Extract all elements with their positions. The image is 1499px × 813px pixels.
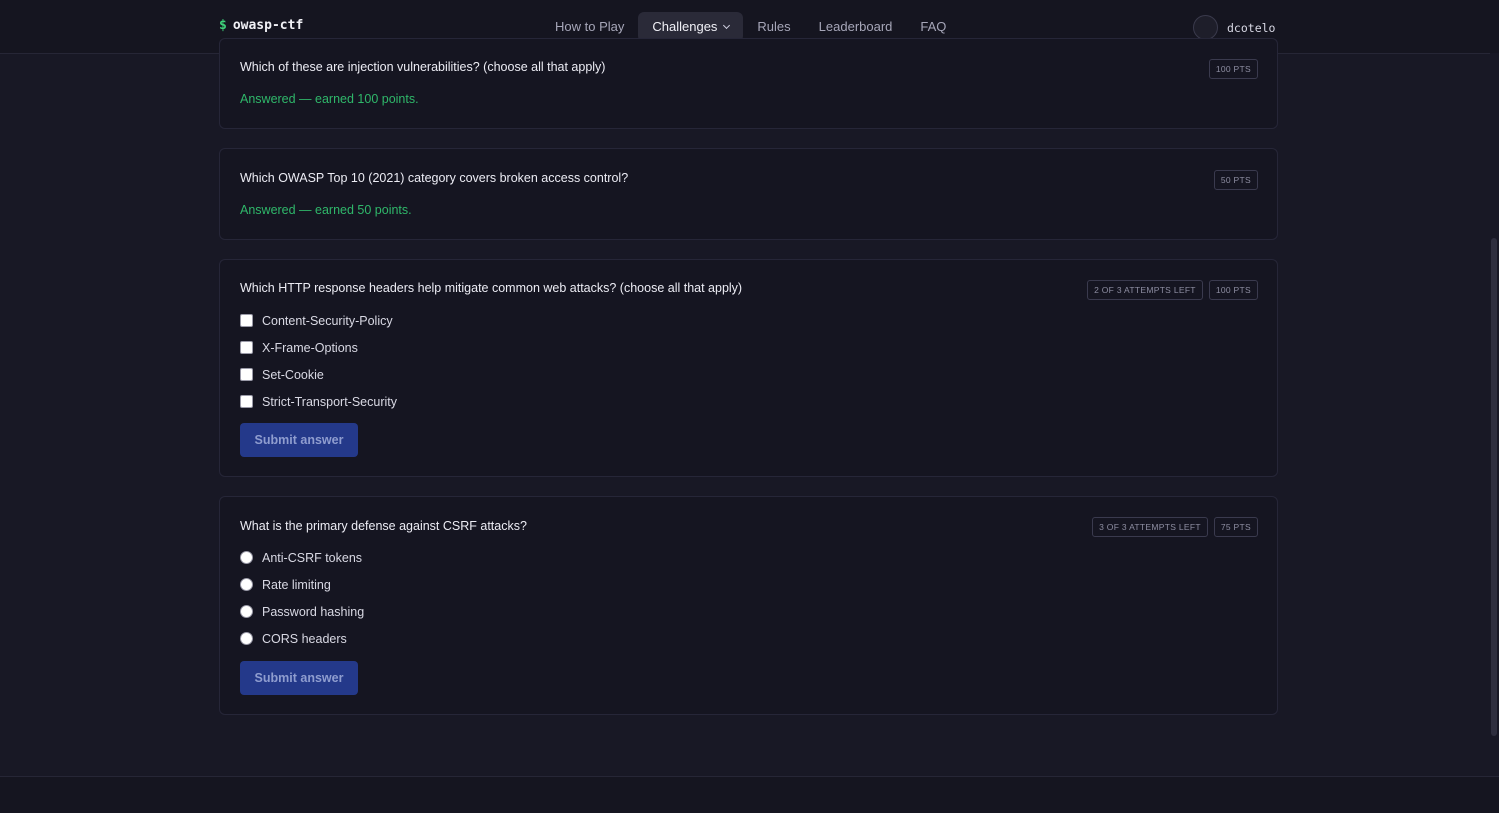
radio-button[interactable] <box>240 632 253 645</box>
question-text: Which OWASP Top 10 (2021) category cover… <box>240 171 629 185</box>
question-text: Which of these are injection vulnerabili… <box>240 60 606 74</box>
avatar[interactable] <box>1193 15 1218 40</box>
option-label: Set-Cookie <box>262 367 324 382</box>
user-menu[interactable]: dcotelo <box>1193 15 1275 40</box>
option-label: Anti-CSRF tokens <box>262 550 363 565</box>
checkbox[interactable] <box>240 341 253 354</box>
option-label: CORS headers <box>262 631 347 646</box>
option-label: X-Frame-Options <box>262 340 358 355</box>
checkbox-group: Content-Security-Policy X-Frame-Options … <box>240 307 397 415</box>
option-label: Strict-Transport-Security <box>262 394 397 409</box>
chevron-down-icon <box>723 21 731 30</box>
page-footer <box>0 776 1499 813</box>
radio-button[interactable] <box>240 605 253 618</box>
question-card-1: Which of these are injection vulnerabili… <box>219 38 1278 129</box>
option-label: Content-Security-Policy <box>262 313 393 328</box>
points-badge: 100 PTS <box>1208 59 1258 79</box>
question-card-2: Which OWASP Top 10 (2021) category cover… <box>219 148 1278 240</box>
option-content-security-policy[interactable]: Content-Security-Policy <box>240 307 397 334</box>
attempts-badge: 2 OF 3 ATTEMPTS LEFT <box>1087 280 1203 300</box>
radio-group: Anti-CSRF tokens Rate limiting Password … <box>240 544 364 652</box>
attempts-badge: 3 OF 3 ATTEMPTS LEFT <box>1092 517 1208 537</box>
answered-status: Answered — earned 100 points. <box>240 92 419 106</box>
checkbox[interactable] <box>240 395 253 408</box>
option-rate-limiting[interactable]: Rate limiting <box>240 571 364 598</box>
option-strict-transport-security[interactable]: Strict-Transport-Security <box>240 388 397 415</box>
points-badge: 50 PTS <box>1213 170 1258 190</box>
radio-button[interactable] <box>240 551 253 564</box>
question-card-4: What is the primary defense against CSRF… <box>219 496 1278 715</box>
submit-answer-button[interactable]: Submit answer <box>240 423 358 457</box>
answered-status: Answered — earned 50 points. <box>240 203 412 217</box>
dollar-icon: $ <box>219 18 227 33</box>
brand-logo[interactable]: $ owasp-ctf <box>219 18 303 33</box>
checkbox[interactable] <box>240 368 253 381</box>
option-password-hashing[interactable]: Password hashing <box>240 598 364 625</box>
scrollbar-thumb[interactable] <box>1491 238 1497 736</box>
question-text: Which HTTP response headers help mitigat… <box>240 281 743 295</box>
badge-group: 50 PTS <box>1213 170 1258 190</box>
points-badge: 75 PTS <box>1213 517 1258 537</box>
nav-challenges-label: Challenges <box>652 19 718 34</box>
points-badge: 100 PTS <box>1208 280 1258 300</box>
option-anti-csrf-tokens[interactable]: Anti-CSRF tokens <box>240 544 364 571</box>
brand-name: owasp-ctf <box>232 18 304 33</box>
radio-button[interactable] <box>240 578 253 591</box>
submit-answer-button[interactable]: Submit answer <box>240 661 358 695</box>
option-cors-headers[interactable]: CORS headers <box>240 625 364 652</box>
option-label: Rate limiting <box>262 577 331 592</box>
badge-group: 100 PTS <box>1208 59 1258 79</box>
question-card-3: Which HTTP response headers help mitigat… <box>219 259 1278 477</box>
option-x-frame-options[interactable]: X-Frame-Options <box>240 334 397 361</box>
username: dcotelo <box>1227 20 1276 35</box>
option-set-cookie[interactable]: Set-Cookie <box>240 361 397 388</box>
badge-group: 2 OF 3 ATTEMPTS LEFT 100 PTS <box>1087 280 1258 300</box>
badge-group: 3 OF 3 ATTEMPTS LEFT 75 PTS <box>1092 517 1258 537</box>
option-label: Password hashing <box>262 604 365 619</box>
question-text: What is the primary defense against CSRF… <box>240 519 527 533</box>
checkbox[interactable] <box>240 314 253 327</box>
